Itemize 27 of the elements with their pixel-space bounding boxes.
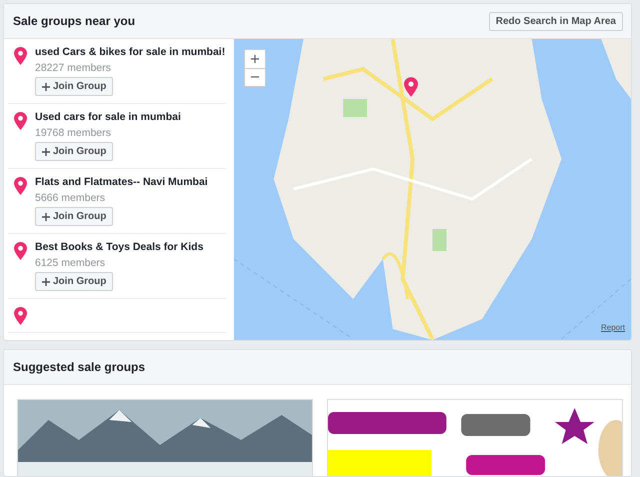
group-name[interactable]: used Cars & bikes for sale in mumbai! [35, 45, 226, 59]
map-pin-icon [14, 47, 27, 65]
map-pin-icon [14, 177, 27, 195]
member-count: 19768 members [35, 127, 111, 139]
join-group-button[interactable]: Join Group [35, 77, 114, 96]
join-group-button[interactable]: Join Group [35, 272, 114, 291]
plus-icon [42, 148, 50, 156]
map-pin-icon[interactable] [404, 77, 418, 97]
group-name[interactable]: Used cars for sale in mumbai [35, 110, 181, 124]
map-pin-icon [14, 112, 27, 130]
section-title: Suggested sale groups [13, 360, 146, 374]
group-name[interactable]: Flats and Flatmates-- Navi Mumbai [35, 175, 208, 189]
plus-icon [42, 278, 50, 286]
map-pin-icon [14, 242, 27, 260]
plus-icon [42, 82, 50, 90]
report-link[interactable]: Report [600, 323, 625, 332]
zoom-out-button[interactable]: − [245, 68, 265, 86]
group-name[interactable]: Best Books & Toys Deals for Kids [35, 240, 204, 254]
join-group-button[interactable]: Join Group [35, 207, 114, 226]
section-title: Sale groups near you [13, 14, 136, 28]
member-count: 5666 members [35, 192, 106, 204]
join-group-button[interactable]: Join Group [35, 142, 114, 161]
plus-icon [42, 212, 50, 220]
map-pin-icon [14, 307, 27, 325]
member-count: 6125 members [35, 257, 106, 269]
redo-search-button[interactable]: Redo Search in Map Area [488, 12, 623, 30]
member-count: 28227 members [35, 62, 111, 74]
